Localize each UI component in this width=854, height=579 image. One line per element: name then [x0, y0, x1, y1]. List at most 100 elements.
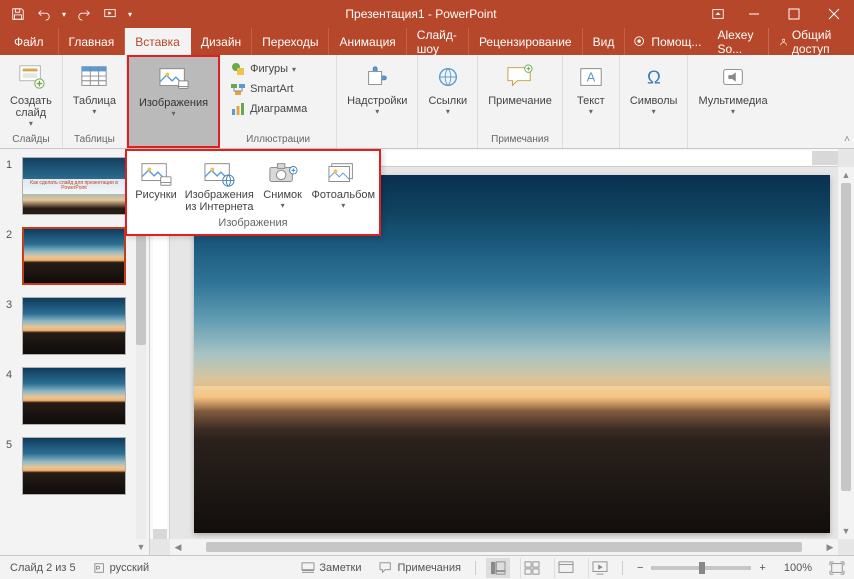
insert-photo-album-button[interactable]: Фотоальбом ▾	[310, 155, 377, 213]
zoom-handle[interactable]	[699, 562, 705, 574]
slide-counter[interactable]: Слайд 2 из 5	[6, 562, 80, 574]
slide-thumb-1[interactable]: 1 Как сделать слайд для презентации в Po…	[6, 157, 143, 215]
normal-view-button[interactable]	[486, 558, 510, 578]
zoom-slider[interactable]: − +	[633, 562, 770, 574]
symbols-icon: Ω	[638, 61, 670, 93]
media-button[interactable]: Мультимедиа ▾	[692, 57, 773, 116]
tab-home[interactable]: Главная	[59, 28, 126, 55]
undo-history-dropdown[interactable]: ▾	[58, 3, 70, 25]
undo-button[interactable]	[32, 3, 56, 25]
comments-toggle-button[interactable]: Примечания	[375, 562, 465, 574]
smartart-label: SmartArt	[250, 83, 293, 95]
titlebar: ▾ ▾ Презентация1 - PowerPoint	[0, 0, 854, 28]
group-symbols: Ω Символы ▾	[620, 55, 689, 148]
spellcheck-icon	[94, 562, 106, 574]
addins-icon	[361, 61, 393, 93]
tab-insert[interactable]: Вставка	[125, 28, 191, 55]
close-button[interactable]	[814, 0, 854, 28]
slide1-title-text: Как сделать слайд для презентации в Powe…	[23, 179, 125, 194]
ribbon-display-options-button[interactable]	[706, 3, 730, 25]
group-addins: Надстройки ▾	[337, 55, 418, 148]
qat-customize-dropdown[interactable]: ▾	[124, 3, 136, 25]
addins-button[interactable]: Надстройки ▾	[341, 57, 413, 116]
slide-thumb-4[interactable]: 4	[6, 367, 143, 425]
canvas-horizontal-scrollbar[interactable]: ◀ ▶	[170, 539, 838, 555]
start-from-beginning-button[interactable]	[98, 3, 122, 25]
group-tables-label: Таблицы	[67, 132, 122, 148]
table-button[interactable]: Таблица ▾	[67, 57, 122, 116]
tell-me-button[interactable]: Помощ...	[625, 28, 709, 55]
text-button[interactable]: A Текст ▾	[567, 57, 615, 116]
comment-button[interactable]: Примечание	[482, 57, 558, 107]
shapes-button[interactable]: Фигуры ▾	[228, 59, 328, 79]
reading-view-button[interactable]	[554, 558, 578, 578]
slide-number: 2	[6, 227, 16, 241]
new-slide-button[interactable]: Создать слайд ▾	[4, 57, 58, 128]
fit-to-window-button[interactable]	[826, 558, 848, 578]
slide-preview	[22, 227, 126, 285]
pictures-icon	[139, 159, 173, 189]
slide-thumb-3[interactable]: 3	[6, 297, 143, 355]
text-icon: A	[575, 61, 607, 93]
minimize-button[interactable]	[734, 0, 774, 28]
slide-sorter-view-button[interactable]	[520, 558, 544, 578]
insert-online-pictures-button[interactable]: Изображения из Интернета	[183, 155, 256, 213]
shapes-label: Фигуры	[250, 63, 288, 75]
slide-number: 5	[6, 437, 16, 451]
group-text-label	[567, 143, 615, 148]
share-button[interactable]: Общий доступ	[768, 28, 854, 55]
zoom-track[interactable]	[651, 566, 751, 570]
tab-file[interactable]: Файл	[0, 28, 59, 55]
group-links: Ссылки ▾	[418, 55, 478, 148]
zoom-level[interactable]: 100%	[780, 562, 816, 574]
comment-label: Примечание	[488, 95, 552, 107]
slide-number: 1	[6, 157, 16, 171]
scroll-up-icon: ▲	[838, 167, 854, 183]
symbols-button[interactable]: Ω Символы ▾	[624, 57, 684, 116]
images-button[interactable]: Изображения ▾	[133, 59, 214, 118]
screenshot-icon	[266, 159, 300, 189]
smartart-button[interactable]: SmartArt	[228, 79, 328, 99]
account-user[interactable]: Alexey So...	[709, 28, 767, 55]
scroll-left-icon: ◀	[170, 539, 186, 555]
quick-access-toolbar: ▾ ▾	[0, 3, 136, 25]
tab-design[interactable]: Дизайн	[191, 28, 252, 55]
zoom-in-button[interactable]: +	[755, 562, 769, 574]
redo-button[interactable]	[72, 3, 96, 25]
slide-preview: Как сделать слайд для презентации в Powe…	[22, 157, 126, 215]
tab-transitions[interactable]: Переходы	[252, 28, 329, 55]
images-label: Изображения	[139, 97, 208, 109]
canvas-vertical-scrollbar[interactable]: ▲ ▼	[838, 167, 854, 539]
insert-screenshot-button[interactable]: Снимок ▾	[256, 155, 310, 213]
group-media-label	[692, 143, 773, 148]
svg-text:Ω: Ω	[647, 67, 661, 88]
share-label: Общий доступ	[792, 28, 844, 56]
tell-me-label: Помощ...	[651, 35, 701, 49]
insert-pictures-button[interactable]: Рисунки	[129, 155, 183, 213]
maximize-button[interactable]	[774, 0, 814, 28]
slide-preview	[22, 367, 126, 425]
slideshow-view-button[interactable]	[588, 558, 612, 578]
collapse-ribbon-button[interactable]: ˄	[844, 134, 850, 145]
group-illustrations: Фигуры ▾ SmartArt Диаграмма Иллюстрации	[220, 55, 337, 148]
save-button[interactable]	[6, 3, 30, 25]
notes-button[interactable]: Заметки	[297, 562, 365, 574]
tab-slideshow[interactable]: Слайд-шоу	[407, 28, 469, 55]
language-status[interactable]: русский	[90, 562, 153, 574]
images-dropdown-gallery: Рисунки Изображения из Интернета Снимок …	[125, 149, 381, 236]
group-slides: Создать слайд ▾ Слайды	[0, 55, 63, 148]
tab-animations[interactable]: Анимация	[329, 28, 406, 55]
tab-view[interactable]: Вид	[583, 28, 626, 55]
chart-button[interactable]: Диаграмма	[228, 99, 328, 119]
slide-thumb-5[interactable]: 5	[6, 437, 143, 495]
shapes-icon	[230, 61, 246, 77]
images-icon	[158, 63, 190, 95]
links-button[interactable]: Ссылки ▾	[422, 57, 473, 116]
tab-review[interactable]: Рецензирование	[469, 28, 583, 55]
zoom-out-button[interactable]: −	[633, 562, 647, 574]
slide-thumb-2[interactable]: 2	[6, 227, 143, 285]
scroll-right-icon: ▶	[822, 539, 838, 555]
notes-icon	[301, 562, 315, 574]
language-label: русский	[110, 562, 149, 574]
media-label: Мультимедиа	[698, 95, 767, 107]
